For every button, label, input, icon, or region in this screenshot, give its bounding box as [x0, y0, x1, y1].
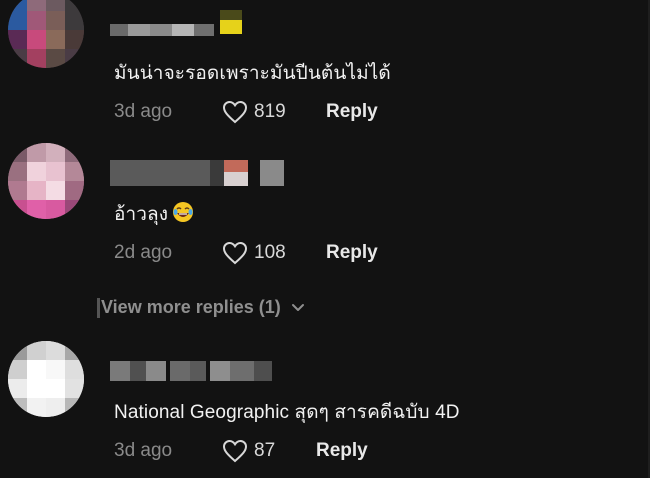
username-blurred[interactable] [110, 357, 280, 381]
like-button[interactable]: 87 [222, 439, 318, 463]
like-count: 108 [254, 242, 286, 263]
comment-text: National Geographic สุดๆ สารคดีฉบับ 4D [114, 402, 460, 423]
heart-icon [222, 439, 254, 463]
thread-line [97, 297, 100, 318]
comment-meta: 3d ago 87 Reply [114, 439, 368, 463]
heart-icon [222, 100, 254, 124]
like-button[interactable]: 819 [222, 100, 318, 124]
chevron-down-icon [281, 303, 305, 313]
like-count: 87 [254, 440, 276, 461]
reply-button[interactable]: Reply [326, 101, 378, 123]
comment-time: 3d ago [114, 101, 173, 122]
comments-panel: มันน่าจะรอดเพราะมันปีนต้นไม่ได้ 3d ago 8… [0, 0, 650, 478]
comment-text: อ้าวลุง [114, 199, 194, 229]
comment-time: 2d ago [114, 242, 173, 263]
username-blurred[interactable] [110, 158, 290, 186]
avatar[interactable] [8, 341, 84, 417]
comment-time: 3d ago [114, 440, 173, 461]
comment-text: มันน่าจะรอดเพราะมันปีนต้นไม่ได้ [114, 63, 391, 84]
laughing-tears-emoji-icon [172, 201, 194, 223]
reply-button[interactable]: Reply [316, 440, 368, 462]
comment-meta: 3d ago 819 Reply [114, 100, 378, 124]
view-more-replies-label: View more replies (1) [101, 297, 281, 317]
heart-icon [222, 241, 254, 265]
view-more-replies-button[interactable]: View more replies (1) [97, 297, 305, 318]
like-button[interactable]: 108 [222, 241, 318, 265]
comment-meta: 2d ago 108 Reply [114, 241, 378, 265]
reply-button[interactable]: Reply [326, 242, 378, 264]
comment-text-content: อ้าวลุง [114, 204, 169, 225]
like-count: 819 [254, 101, 286, 122]
avatar[interactable] [8, 143, 84, 219]
avatar[interactable] [8, 0, 84, 68]
username-blurred[interactable] [110, 6, 250, 36]
